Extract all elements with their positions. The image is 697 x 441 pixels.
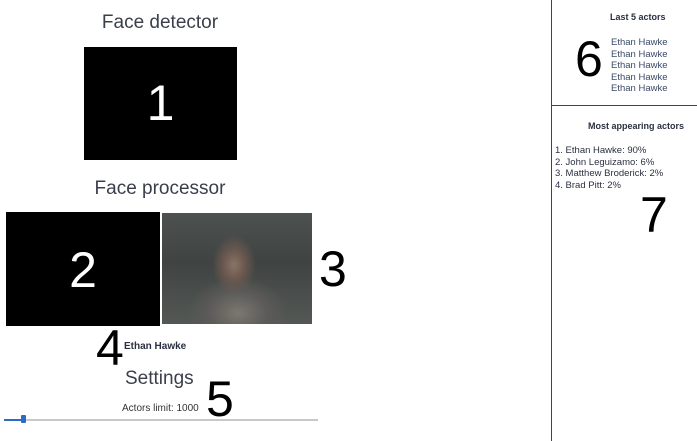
list-item: 3. Matthew Broderick: 2% bbox=[555, 168, 664, 179]
last-actors-title: Last 5 actors bbox=[610, 12, 666, 22]
most-appearing-list: 1. Ethan Hawke: 90% 2. John Leguizamo: 6… bbox=[555, 145, 663, 191]
face-detector-title: Face detector bbox=[101, 12, 219, 33]
list-item: Ethan Hawke bbox=[611, 83, 668, 94]
sidebar-section-divider bbox=[551, 105, 697, 106]
face-crop-number: 3 bbox=[319, 241, 347, 297]
sidebar-divider bbox=[551, 0, 552, 441]
most-appearing-number: 7 bbox=[640, 187, 668, 243]
list-item: Ethan Hawke bbox=[611, 71, 668, 83]
most-appearing-title: Most appearing actors bbox=[588, 121, 685, 131]
face-crop-photo bbox=[162, 213, 312, 324]
recognized-actor-name: Ethan Hawke bbox=[124, 341, 187, 352]
list-item: Ethan Hawke bbox=[611, 37, 668, 48]
recognition-number: 4 bbox=[96, 320, 124, 376]
actors-limit-slider[interactable] bbox=[4, 414, 318, 424]
face-processor-number: 2 bbox=[69, 242, 97, 298]
list-item: Ethan Hawke bbox=[611, 60, 668, 71]
list-item: Ethan Hawke bbox=[611, 48, 668, 60]
slider-track bbox=[4, 419, 318, 421]
last-actors-list: Ethan Hawke Ethan Hawke Ethan Hawke Etha… bbox=[611, 37, 668, 95]
list-item: 1. Ethan Hawke: 90% bbox=[555, 145, 647, 156]
face-processor-view: 2 bbox=[6, 212, 160, 326]
last-actors-number: 6 bbox=[575, 31, 603, 87]
list-item: 2. John Leguizamo: 6% bbox=[555, 156, 655, 168]
slider-thumb[interactable] bbox=[21, 415, 26, 423]
face-detector-number: 1 bbox=[146, 75, 175, 131]
actors-limit-label: Actors limit: 1000 bbox=[122, 403, 199, 414]
face-detector-view: 1 bbox=[84, 47, 237, 160]
settings-title: Settings bbox=[125, 368, 194, 389]
face-processor-title: Face processor bbox=[94, 178, 226, 199]
